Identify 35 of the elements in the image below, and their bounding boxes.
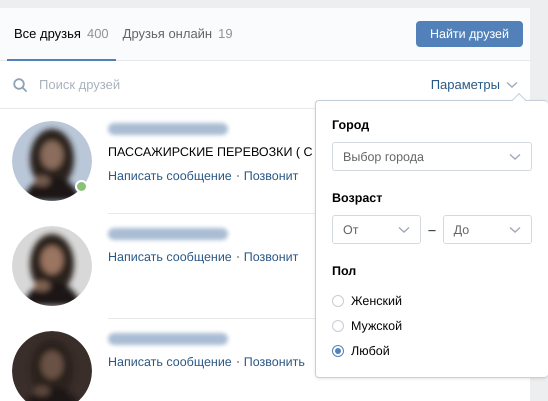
- find-friends-button[interactable]: Найти друзей: [416, 21, 523, 47]
- tab-count: 400: [86, 26, 109, 41]
- filter-label: Возраст: [332, 191, 382, 205]
- tab-count: 19: [218, 26, 233, 41]
- search-field[interactable]: Поиск друзей: [37, 76, 431, 93]
- search-icon: [13, 78, 27, 92]
- radio-label: Мужской: [351, 318, 402, 332]
- separator-dot: [236, 361, 239, 363]
- action-link[interactable]: Позвонит: [244, 250, 298, 264]
- action-link[interactable]: Написать сообщение: [108, 169, 232, 183]
- friend-status: ПАССАЖИРСКИЕ ПЕРЕВОЗКИ ( С: [108, 145, 313, 159]
- radio-label: Любой: [351, 344, 390, 358]
- action-link[interactable]: Позвонит: [244, 169, 298, 183]
- radio-label: Женский: [351, 294, 402, 308]
- age-to-dropdown[interactable]: До: [442, 215, 532, 244]
- chevron-icon: [506, 80, 518, 88]
- gender-radio[interactable]: Женский: [332, 288, 548, 313]
- gender-radio[interactable]: Мужской: [332, 313, 548, 338]
- filter-label: Город: [332, 118, 370, 132]
- chevron-icon: [398, 226, 410, 234]
- tab[interactable]: Все друзья 400: [7, 8, 116, 60]
- filter-label: Пол: [332, 264, 356, 278]
- action-link[interactable]: Написать сообщение: [108, 355, 232, 369]
- parameters-toggle[interactable]: Параметры: [430, 77, 518, 92]
- chevron-icon: [509, 152, 521, 160]
- tab[interactable]: Друзья онлайн 19: [116, 8, 240, 60]
- chevron-icon: [508, 226, 521, 234]
- city-dropdown[interactable]: Выбор города: [332, 142, 532, 171]
- gender-radio[interactable]: Любой: [332, 338, 548, 363]
- action-link[interactable]: Написать сообщение: [108, 250, 232, 264]
- action-link[interactable]: Позвонить: [244, 355, 305, 369]
- separator-dot: [236, 175, 239, 177]
- age-from-dropdown[interactable]: От: [332, 215, 422, 244]
- separator-dot: [236, 256, 239, 258]
- range-separator: –: [428, 221, 436, 239]
